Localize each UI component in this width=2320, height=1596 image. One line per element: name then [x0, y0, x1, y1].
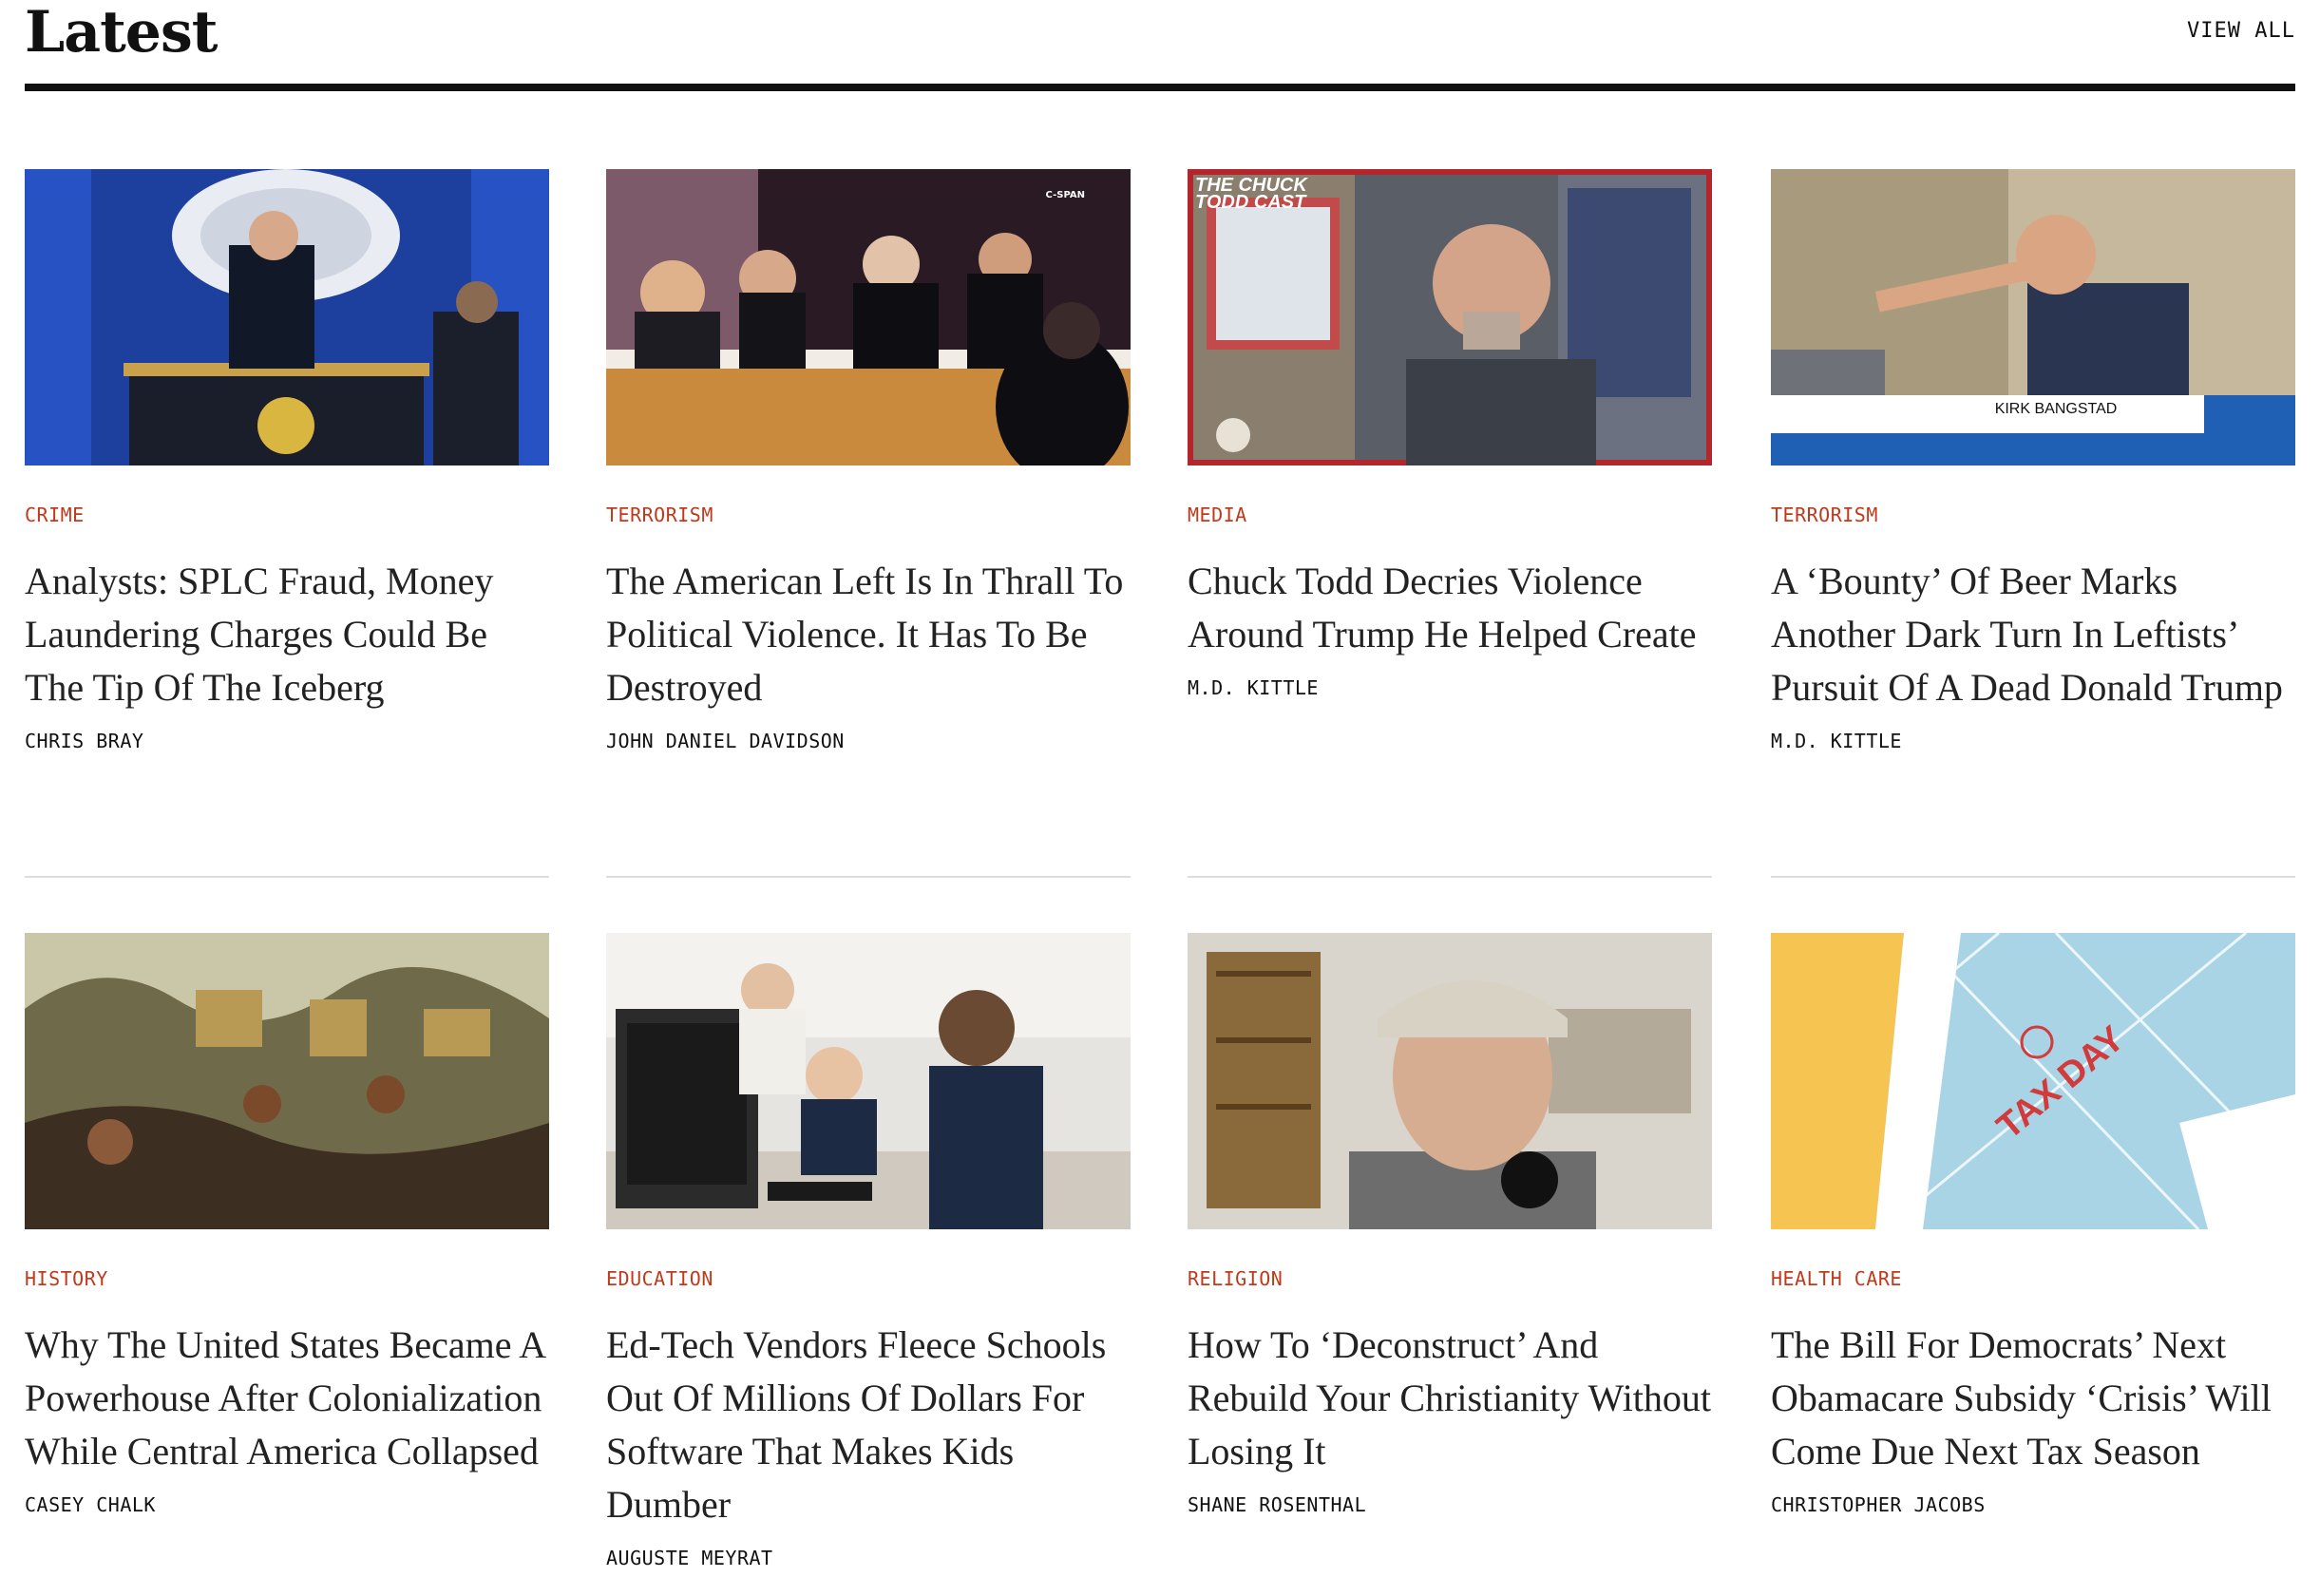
article-thumbnail[interactable]: C-SPAN	[606, 169, 1131, 466]
article-card: HISTORY Why The United States Became A P…	[25, 933, 549, 1516]
article-author[interactable]: AUGUSTE MEYRAT	[606, 1547, 1131, 1569]
article-headline[interactable]: The Bill For Democrats’ Next Obamacare S…	[1771, 1319, 2295, 1478]
article-category[interactable]: EDUCATION	[606, 1267, 1131, 1290]
article-thumbnail[interactable]	[25, 169, 549, 466]
show-logo: THE CHUCK TODD CAST	[1195, 175, 1307, 213]
article-card: TAX DAY HEALTH CARE The Bill For Democra…	[1771, 933, 2295, 1516]
section-title: Latest	[25, 0, 218, 66]
article-headline[interactable]: A ‘Bounty’ Of Beer Marks Another Dark Tu…	[1771, 555, 2295, 714]
latest-section: Latest VIEW ALL CRIME Analysts: SPLC Fra…	[0, 0, 2320, 1596]
article-thumbnail[interactable]	[606, 933, 1131, 1229]
article-category[interactable]: HEALTH CARE	[1771, 1267, 2295, 1290]
broadcast-watermark: C-SPAN	[1045, 190, 1085, 200]
row-divider	[1188, 876, 1712, 878]
article-card: EDUCATION Ed-Tech Vendors Fleece Schools…	[606, 933, 1131, 1569]
row-divider	[606, 876, 1131, 878]
article-author[interactable]: CASEY CHALK	[25, 1493, 549, 1516]
article-author[interactable]: CHRIS BRAY	[25, 730, 549, 752]
article-thumbnail[interactable]: THE CHUCK TODD CAST	[1188, 169, 1712, 466]
article-author[interactable]: M.D. KITTLE	[1771, 730, 2295, 752]
article-headline[interactable]: How To ‘Deconstruct’ And Rebuild Your Ch…	[1188, 1319, 1712, 1478]
article-headline[interactable]: Why The United States Became A Powerhous…	[25, 1319, 549, 1478]
article-headline[interactable]: Ed-Tech Vendors Fleece Schools Out Of Mi…	[606, 1319, 1131, 1531]
article-category[interactable]: MEDIA	[1188, 504, 1712, 526]
article-author[interactable]: JOHN DANIEL DAVIDSON	[606, 730, 1131, 752]
article-card: C-SPAN TERRORISM The American Left Is In…	[606, 169, 1131, 752]
row-divider	[25, 876, 549, 878]
article-category[interactable]: TERRORISM	[606, 504, 1131, 526]
article-card: KIRK BANGSTAD TERRORISM A ‘Bounty’ Of Be…	[1771, 169, 2295, 752]
article-thumbnail[interactable]: TAX DAY	[1771, 933, 2295, 1229]
article-category[interactable]: HISTORY	[25, 1267, 549, 1290]
article-card: RELIGION How To ‘Deconstruct’ And Rebuil…	[1188, 933, 1712, 1516]
view-all-link[interactable]: VIEW ALL	[2187, 19, 2295, 43]
article-category[interactable]: CRIME	[25, 504, 549, 526]
section-header: Latest VIEW ALL	[25, 0, 2295, 91]
article-thumbnail[interactable]	[25, 933, 549, 1229]
article-category[interactable]: TERRORISM	[1771, 504, 2295, 526]
row-divider	[1771, 876, 2295, 878]
article-author[interactable]: CHRISTOPHER JACOBS	[1771, 1493, 2295, 1516]
article-card: THE CHUCK TODD CAST MEDIA Chuck Todd Decr…	[1188, 169, 1712, 699]
article-author[interactable]: SHANE ROSENTHAL	[1188, 1493, 1712, 1516]
article-category[interactable]: RELIGION	[1188, 1267, 1712, 1290]
article-author[interactable]: M.D. KITTLE	[1188, 676, 1712, 699]
header-divider	[25, 84, 2295, 91]
article-headline[interactable]: Analysts: SPLC Fraud, Money Laundering C…	[25, 555, 549, 714]
article-headline[interactable]: Chuck Todd Decries Violence Around Trump…	[1188, 555, 1712, 661]
article-card: CRIME Analysts: SPLC Fraud, Money Launde…	[25, 169, 549, 752]
lower-third-name: KIRK BANGSTAD	[1994, 401, 2118, 417]
article-headline[interactable]: The American Left Is In Thrall To Politi…	[606, 555, 1131, 714]
article-thumbnail[interactable]: KIRK BANGSTAD	[1771, 169, 2295, 466]
article-thumbnail[interactable]	[1188, 933, 1712, 1229]
